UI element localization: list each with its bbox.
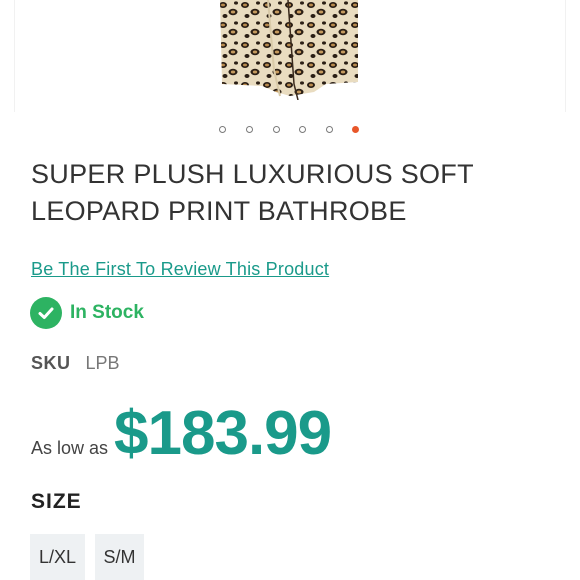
carousel-dot[interactable] xyxy=(219,126,226,133)
price-value: $183.99 xyxy=(114,399,332,468)
carousel-dot[interactable] xyxy=(246,126,253,133)
image-frame-left xyxy=(14,0,15,112)
image-frame-right xyxy=(565,0,566,112)
size-option-lxl[interactable]: L/XL xyxy=(30,534,85,580)
stock-status: In Stock xyxy=(30,296,144,330)
product-image[interactable] xyxy=(218,0,360,100)
product-title: SUPER PLUSH LUXURIOUS SOFT LEOPARD PRINT… xyxy=(31,156,551,230)
carousel-dot-active[interactable] xyxy=(352,126,359,133)
price-prefix: As low as xyxy=(31,438,109,458)
price-row: As low as $183.99 xyxy=(31,398,332,468)
write-review-link[interactable]: Be The First To Review This Product xyxy=(31,259,329,280)
sku-label: SKU xyxy=(31,353,71,373)
carousel-dot[interactable] xyxy=(299,126,306,133)
product-title-line1: SUPER PLUSH LUXURIOUS SOFT xyxy=(31,159,474,189)
product-title-line2: LEOPARD PRINT BATHROBE xyxy=(31,196,407,226)
size-label: SIZE xyxy=(31,490,82,513)
product-image-area[interactable] xyxy=(0,0,580,112)
sku-value: LPB xyxy=(85,353,120,373)
stock-label: In Stock xyxy=(70,302,144,323)
size-option-sm[interactable]: S/M xyxy=(95,534,144,580)
checkmark-circle-icon xyxy=(30,297,62,329)
carousel-dot[interactable] xyxy=(326,126,333,133)
sku-row: SKU LPB xyxy=(31,353,120,374)
carousel-dot[interactable] xyxy=(273,126,280,133)
image-carousel-dots xyxy=(0,126,580,136)
